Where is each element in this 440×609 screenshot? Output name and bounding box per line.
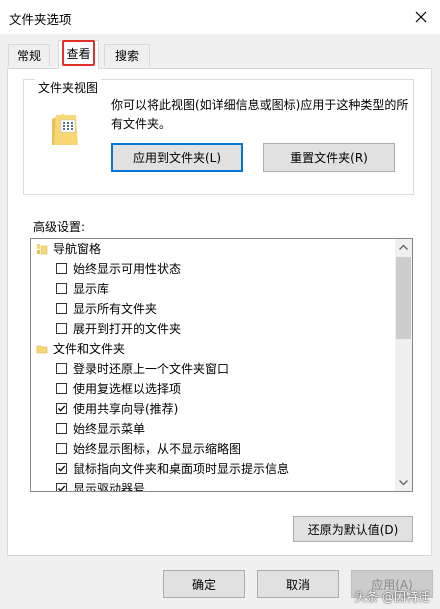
- settings-option[interactable]: 展开到打开的文件夹: [31, 319, 395, 339]
- cancel-button[interactable]: 取消: [257, 570, 339, 598]
- settings-category-label: 文件和文件夹: [53, 342, 126, 356]
- navigation-pane-icon: [37, 244, 48, 255]
- settings-option[interactable]: 使用共享向导(推荐): [31, 399, 395, 419]
- restore-defaults-button[interactable]: 还原为默认值(D): [293, 516, 413, 542]
- settings-option-label: 鼠标指向文件夹和桌面项时显示提示信息: [73, 462, 290, 476]
- checkbox[interactable]: [56, 363, 67, 374]
- settings-option[interactable]: 始终显示菜单: [31, 419, 395, 439]
- advanced-settings-label: 高级设置:: [33, 220, 86, 234]
- settings-option-label: 显示库: [73, 282, 110, 296]
- scrollbar-thumb[interactable]: [396, 257, 411, 339]
- settings-option[interactable]: 登录时还原上一个文件夹窗口: [31, 359, 395, 379]
- advanced-settings-list[interactable]: 导航窗格始终显示可用性状态 显示库显示所有文件夹展开到打开的文件夹文件和文件夹登录…: [30, 238, 413, 492]
- tab-search[interactable]: 搜索: [104, 44, 150, 66]
- checkbox[interactable]: [56, 383, 67, 394]
- folder-icon: [36, 345, 48, 354]
- scroll-up-icon[interactable]: [395, 239, 412, 256]
- watermark: 头条 @因特迁: [354, 590, 430, 604]
- settings-option[interactable]: 始终显示图标，从不显示缩略图: [31, 439, 395, 459]
- settings-option[interactable]: 始终显示可用性状态: [31, 259, 395, 279]
- settings-option-label: 显示所有文件夹: [73, 302, 158, 316]
- checkbox[interactable]: [56, 423, 67, 434]
- settings-option[interactable]: 使用复选框以选择项: [31, 379, 395, 399]
- settings-category: 导航窗格: [31, 239, 395, 259]
- checkbox[interactable]: [56, 323, 67, 334]
- settings-option-label: 使用复选框以选择项: [73, 382, 182, 396]
- tab-general[interactable]: 常规: [8, 44, 50, 66]
- settings-option[interactable]: 显示库: [31, 279, 395, 299]
- close-icon[interactable]: [410, 6, 432, 28]
- settings-option-label: 始终显示菜单: [73, 422, 146, 436]
- settings-category-label: 导航窗格: [53, 242, 102, 256]
- tab-highlight-box: [62, 40, 95, 66]
- window-title: 文件夹选项: [9, 12, 72, 27]
- scroll-down-icon[interactable]: [395, 474, 412, 491]
- checkbox-checked[interactable]: [56, 403, 67, 414]
- settings-option-label: 登录时还原上一个文件夹窗口: [73, 362, 230, 376]
- checkbox-checked[interactable]: [56, 463, 67, 474]
- folder-view-group-label: 文件夹视图: [35, 79, 102, 96]
- reset-folders-button[interactable]: 重置文件夹(R): [263, 143, 395, 172]
- checkbox[interactable]: [56, 263, 67, 274]
- check-mark-icon: [58, 485, 66, 491]
- settings-option-label: 使用共享向导(推荐): [73, 402, 179, 416]
- check-mark-icon: [58, 405, 66, 412]
- vertical-scrollbar[interactable]: [395, 239, 412, 491]
- settings-option[interactable]: 显示所有文件夹: [31, 299, 395, 319]
- ok-button[interactable]: 确定: [163, 570, 245, 598]
- title-bar: 文件夹选项: [0, 0, 440, 34]
- check-mark-icon: [58, 465, 66, 472]
- checkbox[interactable]: [56, 443, 67, 454]
- settings-option[interactable]: 显示驱动器号: [31, 479, 395, 492]
- settings-option-label: 显示驱动器号: [73, 482, 146, 492]
- settings-option-label: 始终显示图标，从不显示缩略图: [73, 442, 242, 456]
- folder-view-description: 你可以将此视图(如详细信息或图标)应用于这种类型的所有文件夹。: [111, 98, 409, 131]
- checkbox[interactable]: [56, 283, 67, 294]
- checkbox-checked[interactable]: [56, 483, 67, 491]
- settings-option[interactable]: 鼠标指向文件夹和桌面项时显示提示信息: [31, 459, 395, 479]
- settings-category: 文件和文件夹: [31, 339, 395, 359]
- checkbox[interactable]: [56, 303, 67, 314]
- settings-option-label: 始终显示可用性状态: [73, 262, 182, 276]
- settings-option-label: 展开到打开的文件夹: [73, 322, 182, 336]
- apply-to-folders-button[interactable]: 应用到文件夹(L): [111, 143, 243, 172]
- folder-view-icon: [52, 114, 78, 145]
